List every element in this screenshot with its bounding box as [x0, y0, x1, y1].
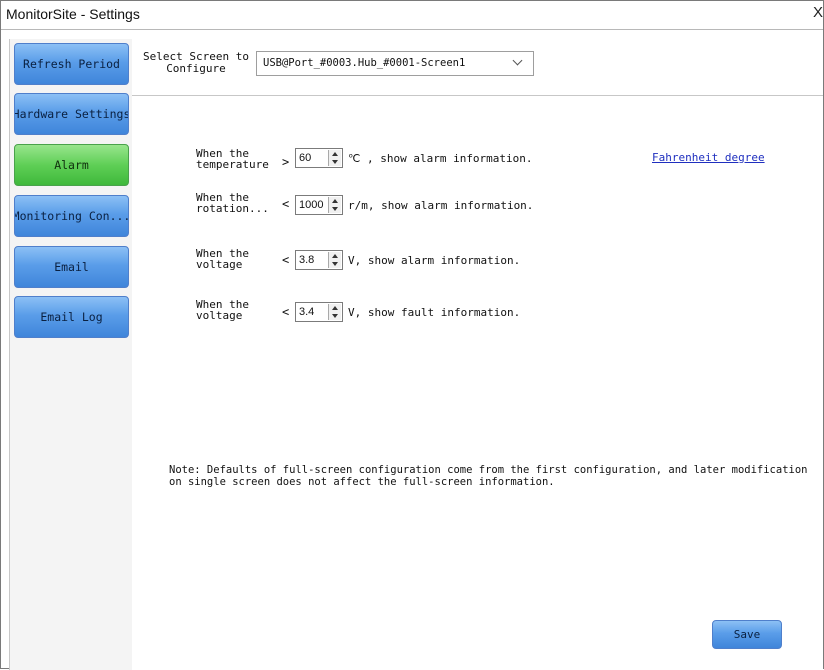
sidebar-item-alarm[interactable]: Alarm — [14, 144, 129, 186]
rotation-spinbox[interactable]: 1000 — [295, 195, 343, 215]
title-bar: MonitorSite - Settings X — [1, 1, 823, 30]
alarm-message: ℃ , show alarm information. — [348, 152, 533, 165]
sidebar-item-label: Email Log — [40, 310, 103, 324]
chevron-down-icon — [512, 55, 523, 66]
spinbox-value: 3.4 — [299, 306, 315, 318]
voltage-fault-spinbox[interactable]: 3.4 — [295, 302, 343, 322]
alarm-label: When the temperature — [196, 147, 269, 171]
alarm-message: r/m, show alarm information. — [348, 199, 534, 212]
alarm-operator: < — [282, 253, 290, 267]
save-button[interactable]: Save — [712, 620, 782, 649]
alarm-operator: < — [282, 305, 290, 319]
sidebar-item-label: Hardware Settings — [14, 107, 129, 121]
window-title: MonitorSite - Settings — [6, 6, 140, 22]
spin-up-icon[interactable] — [332, 306, 338, 310]
spin-down-icon[interactable] — [332, 262, 338, 266]
alarm-message: V, show alarm information. — [348, 254, 521, 267]
voltage-alarm-spinbox[interactable]: 3.8 — [295, 250, 343, 270]
screen-select-value: USB@Port_#0003.Hub_#0001-Screen1 — [263, 57, 466, 69]
sidebar-item-email[interactable]: Email — [14, 246, 129, 288]
screen-select-bar: Select Screen to Configure USB@Port_#000… — [132, 39, 823, 96]
spin-down-icon[interactable] — [332, 160, 338, 164]
alarm-label: When the rotation... — [196, 191, 269, 215]
screen-select-dropdown[interactable]: USB@Port_#0003.Hub_#0001-Screen1 — [256, 51, 534, 76]
sidebar-item-hardware-settings[interactable]: Hardware Settings — [14, 93, 129, 135]
spinbox-arrows[interactable] — [328, 304, 341, 320]
spinbox-value: 60 — [299, 152, 312, 164]
spinbox-arrows[interactable] — [328, 197, 341, 213]
alarm-row-temperature: When the temperature > 60 ℃ , show alarm… — [132, 145, 823, 179]
alarm-operator: < — [282, 197, 290, 211]
sidebar-item-label: Alarm — [54, 158, 89, 172]
alarm-message: V, show fault information. — [348, 306, 521, 319]
spin-up-icon[interactable] — [332, 199, 338, 203]
sidebar-item-label: Email — [54, 260, 89, 274]
alarm-row-rotation: When the rotation... < 1000 r/m, show al… — [132, 189, 823, 223]
screen-select-label: Select Screen to Configure — [143, 50, 249, 75]
settings-window: MonitorSite - Settings X Refresh Period … — [0, 0, 824, 670]
sidebar-item-monitoring-con[interactable]: Monitoring Con... — [14, 195, 129, 237]
sidebar-item-email-log[interactable]: Email Log — [14, 296, 129, 338]
fahrenheit-degree-link[interactable]: Fahrenheit degree — [652, 151, 765, 164]
spinbox-arrows[interactable] — [328, 252, 341, 268]
alarm-row-voltage-alarm: When the voltage < 3.8 V, show alarm inf… — [132, 245, 823, 279]
spinbox-arrows[interactable] — [328, 150, 341, 166]
sidebar: Refresh Period Hardware Settings Alarm M… — [9, 39, 134, 670]
alarm-row-voltage-fault: When the voltage < 3.4 V, show fault inf… — [132, 297, 823, 331]
temperature-spinbox[interactable]: 60 — [295, 148, 343, 168]
alarm-panel: Select Screen to Configure USB@Port_#000… — [132, 39, 823, 670]
alarm-label: When the voltage — [196, 247, 249, 271]
alarm-label: When the voltage — [196, 298, 249, 322]
spin-down-icon[interactable] — [332, 314, 338, 318]
spin-down-icon[interactable] — [332, 207, 338, 211]
sidebar-item-label: Monitoring Con... — [14, 209, 129, 223]
spinbox-value: 3.8 — [299, 254, 315, 266]
alarm-operator: > — [282, 155, 290, 169]
spin-up-icon[interactable] — [332, 152, 338, 156]
configuration-note: Note: Defaults of full-screen configurat… — [169, 464, 808, 488]
close-icon[interactable]: X — [813, 4, 823, 21]
sidebar-item-label: Refresh Period — [23, 57, 120, 71]
sidebar-item-refresh-period[interactable]: Refresh Period — [14, 43, 129, 85]
spinbox-value: 1000 — [299, 199, 324, 211]
spin-up-icon[interactable] — [332, 254, 338, 258]
